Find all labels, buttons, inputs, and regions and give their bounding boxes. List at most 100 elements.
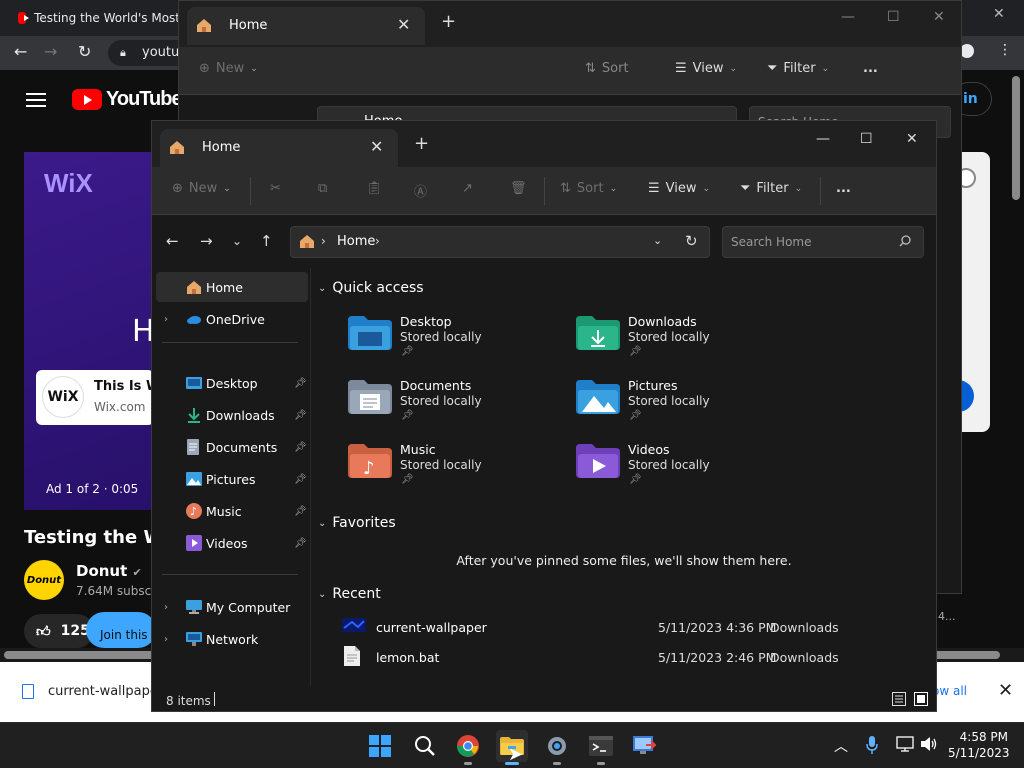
maximize-icon[interactable]: ☐ — [860, 131, 873, 147]
refresh-icon[interactable]: ↻ — [685, 232, 698, 250]
channel-name[interactable]: Donut ✔ — [76, 562, 142, 580]
join-button[interactable]: Join this c — [86, 612, 156, 648]
details-view-icon[interactable] — [892, 692, 906, 706]
copy-button[interactable]: ⧉ — [318, 181, 327, 196]
system-clock[interactable]: 4:58 PM 5/11/2023 — [948, 729, 1010, 761]
download-file-name[interactable]: current-wallpaper — [48, 684, 163, 699]
like-button[interactable]: 👍︎ 125 — [24, 614, 94, 648]
up-arrow-icon[interactable]: ↑ — [260, 232, 273, 250]
quick-access-item-pictures[interactable]: Pictures Stored locally 📌︎ — [576, 378, 776, 438]
back-new-tab-icon[interactable]: + — [441, 11, 456, 32]
nav-item-onedrive[interactable]: › OneDrive — [156, 304, 308, 334]
file-explorer-icon[interactable]: ➤ — [496, 730, 528, 765]
profile-icon[interactable] — [960, 44, 974, 58]
chrome-icon[interactable] — [452, 730, 484, 765]
more-options-button[interactable]: ... — [836, 181, 851, 196]
back-filter-button[interactable]: ⏷ Filter ⌄ — [767, 61, 829, 76]
network-status-icon[interactable] — [896, 736, 914, 752]
breadcrumb-home[interactable]: Home — [337, 234, 375, 249]
nav-item-music[interactable]: ♪ Music 📌︎ — [156, 496, 308, 526]
back-view-button[interactable]: ☰ View ⌄ — [675, 61, 737, 76]
show-all-link[interactable]: ow all — [932, 684, 967, 698]
nav-item-videos[interactable]: Videos 📌︎ — [156, 528, 308, 558]
pin-icon[interactable]: 📌︎ — [294, 378, 307, 389]
terminal-icon[interactable] — [585, 730, 617, 765]
pin-icon[interactable]: 📌︎ — [294, 538, 307, 549]
forward-arrow-icon[interactable]: → — [200, 232, 213, 250]
tiles-view-icon[interactable] — [914, 692, 928, 706]
view-button[interactable]: ☰ View ⌄ — [648, 181, 710, 196]
cut-button[interactable]: ✂ — [270, 181, 281, 196]
recent-locations-icon[interactable]: ⌄ — [232, 234, 242, 248]
back-tab-close-icon[interactable]: ✕ — [397, 15, 410, 34]
volume-icon[interactable] — [920, 736, 938, 752]
filter-button[interactable]: ⏷ Filter ⌄ — [740, 181, 802, 196]
back-more-button[interactable]: ... — [863, 61, 878, 76]
youtube-logo[interactable]: YouTube — [72, 88, 183, 111]
back-arrow-icon[interactable]: ← — [166, 232, 179, 250]
close-icon[interactable]: ✕ — [906, 131, 918, 147]
pin-icon[interactable]: 📌︎ — [294, 474, 307, 485]
search-box[interactable]: Search Home — [722, 226, 924, 258]
new-button[interactable]: ⊕ New ⌄ — [172, 181, 231, 196]
forward-arrow-icon[interactable]: → — [44, 42, 57, 61]
channel-avatar[interactable]: Donut — [24, 560, 64, 600]
nav-item-network[interactable]: › Network — [156, 624, 308, 654]
download-bar-close-icon[interactable]: ✕ — [998, 680, 1013, 701]
page-vertical-scrollbar[interactable] — [1012, 76, 1020, 200]
recent-header[interactable]: ⌄ Recent — [318, 586, 381, 602]
new-tab-icon[interactable]: + — [414, 133, 429, 154]
paste-button[interactable]: 📋︎ — [366, 181, 383, 196]
explorer-tab[interactable]: Home ✕ — [160, 129, 398, 167]
address-bar[interactable]: › Home › ⌄ ↻ — [290, 226, 710, 258]
breadcrumb-chevron-icon[interactable]: › — [375, 234, 380, 248]
recent-file-row[interactable]: lemon.bat 5/11/2023 2:46 PM Downloads — [342, 644, 932, 672]
expand-chevron-icon[interactable]: › — [164, 634, 168, 645]
back-maximize-icon[interactable]: ☐ — [887, 9, 900, 25]
quick-access-item-desktop[interactable]: Desktop Stored locally 📌︎ — [348, 314, 548, 374]
quick-access-header[interactable]: ⌄ Quick access — [318, 280, 424, 296]
expand-chevron-icon[interactable]: › — [164, 314, 168, 325]
favorites-header[interactable]: ⌄ Favorites — [318, 515, 396, 531]
back-arrow-icon[interactable]: ← — [14, 42, 27, 61]
back-minimize-icon[interactable]: — — [841, 9, 855, 25]
back-close-icon[interactable]: ✕ — [933, 9, 945, 25]
youtube-menu-icon[interactable] — [26, 92, 46, 108]
back-tab[interactable]: Home ✕ — [187, 7, 425, 45]
pin-icon[interactable]: 📌︎ — [294, 506, 307, 517]
nav-item-desktop[interactable]: Desktop 📌︎ — [156, 368, 308, 398]
back-new-button[interactable]: ⊕ New ⌄ — [199, 61, 258, 76]
address-dropdown-icon[interactable]: ⌄ — [653, 234, 662, 247]
settings-icon[interactable] — [541, 730, 573, 765]
tab-close-icon[interactable]: ✕ — [370, 137, 383, 156]
quick-access-item-music[interactable]: ♪ Music Stored locally 📌︎ — [348, 442, 548, 502]
rename-button[interactable]: Ⓐ — [414, 181, 427, 200]
minimize-icon[interactable]: — — [816, 131, 830, 147]
nav-item-downloads[interactable]: Downloads 📌︎ — [156, 400, 308, 430]
reload-icon[interactable]: ↻ — [78, 42, 91, 61]
delete-button[interactable]: 🗑︎ — [510, 181, 527, 196]
search-icon[interactable] — [409, 730, 441, 762]
pin-icon[interactable]: 📌︎ — [294, 410, 307, 421]
share-button[interactable]: ↗ — [462, 181, 473, 196]
quick-access-item-documents[interactable]: Documents Stored locally 📌︎ — [348, 378, 548, 438]
quick-access-item-videos[interactable]: Videos Stored locally 📌︎ — [576, 442, 776, 502]
ad-card[interactable]: WiX This Is W Wix.com — [36, 370, 160, 425]
microphone-icon[interactable] — [866, 736, 878, 754]
pane-divider[interactable] — [310, 268, 311, 686]
browser-menu-icon[interactable]: ⋮ — [998, 42, 1012, 58]
sort-button[interactable]: ⇅ Sort ⌄ — [560, 181, 617, 196]
recent-file-row[interactable]: current-wallpaper 5/11/2023 4:36 PM Down… — [342, 614, 932, 642]
quick-access-item-downloads[interactable]: Downloads Stored locally 📌︎ — [576, 314, 776, 374]
pin-icon[interactable]: 📌︎ — [294, 442, 307, 453]
browser-tab[interactable]: Testing the World's Most — [8, 4, 180, 32]
remote-desktop-icon[interactable] — [628, 730, 660, 762]
expand-chevron-icon[interactable]: › — [164, 602, 168, 613]
show-hidden-icons-chevron-icon[interactable]: ︿ — [834, 736, 848, 756]
back-sort-button[interactable]: ⇅ Sort — [585, 61, 629, 76]
nav-item-my-computer[interactable]: › My Computer — [156, 592, 308, 622]
browser-close-icon[interactable]: ✕ — [993, 6, 1005, 22]
nav-item-documents[interactable]: Documents 📌︎ — [156, 432, 308, 462]
start-icon[interactable] — [364, 730, 396, 762]
nav-item-pictures[interactable]: Pictures 📌︎ — [156, 464, 308, 494]
